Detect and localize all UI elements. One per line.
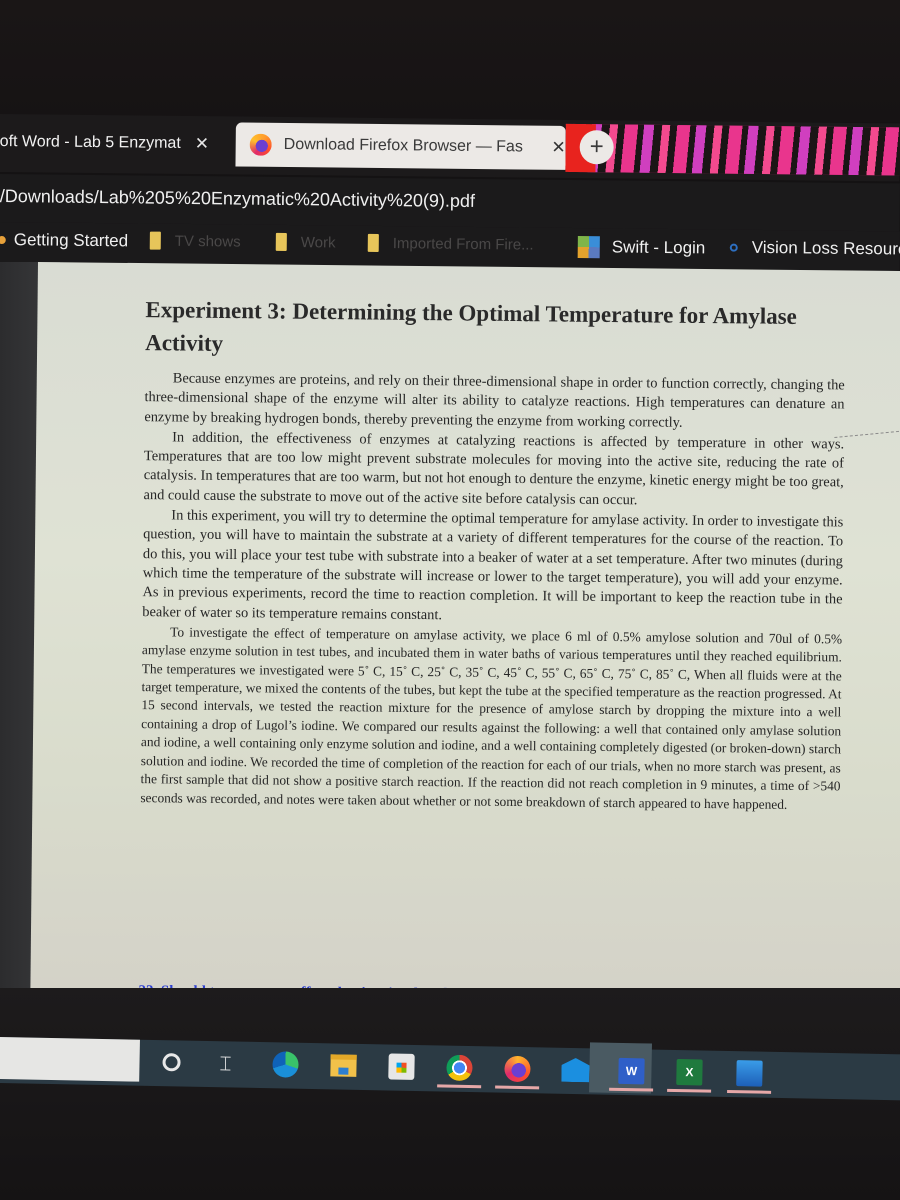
bookmark-label: TV shows xyxy=(174,232,241,251)
taskbar-edge[interactable] xyxy=(271,1050,300,1079)
swift-icon xyxy=(577,236,600,259)
taskbar-task-view[interactable]: ⌶ xyxy=(211,1049,240,1078)
bookmark-label: Work xyxy=(300,233,336,252)
running-indicator xyxy=(727,1089,772,1094)
taskbar-excel[interactable]: X xyxy=(667,1058,712,1093)
folder-icon xyxy=(149,231,161,250)
url-text[interactable]: /Downloads/Lab%205%20Enzymatic%20Activit… xyxy=(0,186,475,212)
tab-download-firefox[interactable]: Download Firefox Browser — Fas ✕ xyxy=(235,122,566,170)
firefox-icon xyxy=(0,235,6,245)
taskbar-mail[interactable] xyxy=(561,1056,590,1085)
new-tab-button[interactable]: + xyxy=(579,130,614,165)
edge-icon xyxy=(272,1051,299,1078)
word-icon: W xyxy=(618,1057,645,1085)
photos-icon xyxy=(736,1060,763,1087)
bookmark-getting-started[interactable]: Getting Started xyxy=(0,230,128,251)
mail-icon xyxy=(561,1058,589,1083)
vision-icon xyxy=(729,243,738,252)
close-icon[interactable]: ✕ xyxy=(195,134,209,154)
bookmark-folder-imported[interactable]: Imported From Fire... xyxy=(367,233,534,254)
tab-title: Download Firefox Browser — Fas xyxy=(283,135,523,156)
firefox-icon xyxy=(504,1055,531,1083)
taskbar-cortana[interactable] xyxy=(157,1048,186,1077)
firefox-icon xyxy=(249,133,272,156)
bookmark-label: Imported From Fire... xyxy=(392,234,534,254)
taskbar-chrome[interactable] xyxy=(437,1054,482,1089)
folder-icon xyxy=(367,233,379,252)
folder-icon xyxy=(275,232,287,252)
taskbar-search-box[interactable] xyxy=(0,1037,140,1082)
taskbar-firefox[interactable] xyxy=(495,1055,540,1090)
taskbar-file-explorer[interactable] xyxy=(329,1051,358,1080)
monitor-bezel-top xyxy=(0,0,900,122)
paragraph: In addition, the effectiveness of enzyme… xyxy=(143,429,845,509)
bookmark-label: Swift - Login xyxy=(611,237,706,258)
running-indicator xyxy=(437,1084,482,1089)
bookmark-folder-tv-shows[interactable]: TV shows xyxy=(149,231,241,251)
taskbar-photos[interactable] xyxy=(727,1059,772,1094)
page-title: Experiment 3: Determining the Optimal Te… xyxy=(145,297,797,356)
pdf-page: Experiment 3: Determining the Optimal Te… xyxy=(30,262,900,1002)
pdf-content: Experiment 3: Determining the Optimal Te… xyxy=(138,293,900,1001)
taskbar-word[interactable]: W xyxy=(609,1057,654,1092)
tab-word-document[interactable]: oft Word - Lab 5 Enzymat ✕ xyxy=(0,120,229,166)
bookmark-label: Vision Loss Resourc xyxy=(751,237,900,259)
task-view-icon: ⌶ xyxy=(219,1051,232,1076)
chrome-icon xyxy=(446,1054,473,1082)
bookmark-label: Getting Started xyxy=(13,230,129,251)
bookmark-folder-work[interactable]: Work xyxy=(275,232,336,252)
microsoft-store-icon xyxy=(388,1053,415,1080)
close-icon[interactable]: ✕ xyxy=(551,138,565,158)
running-indicator xyxy=(667,1088,712,1093)
excel-icon: X xyxy=(676,1058,703,1086)
taskbar-store[interactable] xyxy=(387,1052,416,1081)
bookmark-swift-login[interactable]: Swift - Login xyxy=(577,236,706,259)
running-indicator xyxy=(495,1085,540,1090)
file-explorer-icon xyxy=(330,1054,357,1077)
cortana-icon xyxy=(162,1053,181,1072)
tab-title: oft Word - Lab 5 Enzymat xyxy=(0,132,181,152)
plus-icon: + xyxy=(589,133,604,161)
tab-strip: oft Word - Lab 5 Enzymat ✕ Download Fire… xyxy=(0,114,900,182)
paragraph: Because enzymes are proteins, and rely o… xyxy=(144,370,845,431)
paragraph: To investigate the effect of temperature… xyxy=(140,624,843,812)
screen-glitch-artifact xyxy=(565,123,900,176)
paragraph: In this experiment, you will try to dete… xyxy=(142,507,844,623)
bookmark-vision-loss[interactable]: Vision Loss Resourc xyxy=(729,237,900,260)
